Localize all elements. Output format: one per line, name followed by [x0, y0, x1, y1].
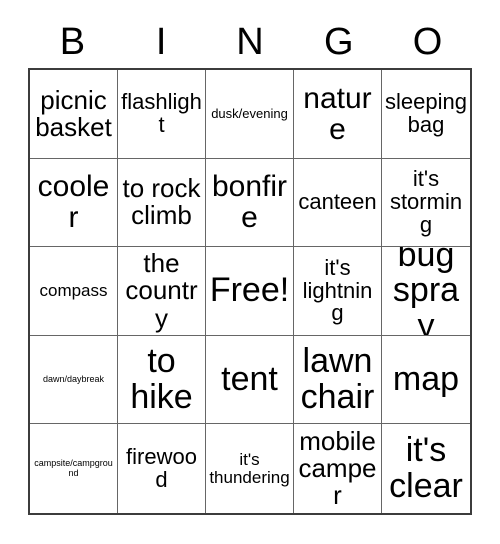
bingo-cell-label: cooler — [37, 170, 110, 235]
bingo-cell-label: mobile camper — [298, 426, 377, 511]
bingo-cell[interactable]: tent — [206, 335, 294, 425]
bingo-cell[interactable]: bug spray — [382, 247, 470, 336]
bingo-cell-label: picnic basket — [35, 84, 112, 142]
bingo-cell-label: Free! — [209, 271, 290, 310]
bingo-cell[interactable]: campsite/campground — [30, 424, 118, 513]
bingo-cell-label: bonfire — [211, 170, 288, 235]
bingo-cell-label: sleeping bag — [385, 88, 467, 137]
bingo-cell-label: tent — [221, 359, 278, 398]
bingo-cell[interactable]: dusk/evening — [206, 70, 294, 159]
bingo-cell-label: it's clear — [389, 431, 463, 505]
bingo-cell[interactable]: dawn/daybreak — [30, 335, 118, 425]
bingo-header: B I N G O — [28, 16, 472, 68]
bingo-cell-label: to rock climb — [122, 173, 201, 231]
header-letter-i: I — [155, 21, 167, 63]
bingo-cell-label: dusk/evening — [211, 106, 288, 122]
bingo-cell-label: campsite/campground — [34, 458, 113, 478]
bingo-cell[interactable]: canteen — [294, 158, 382, 248]
bingo-cell-label: it's storming — [389, 166, 463, 237]
bingo-cell[interactable]: bonfire — [206, 158, 294, 248]
bingo-cell-label: compass — [39, 281, 108, 301]
bingo-cell-label: it's thundering — [209, 450, 290, 487]
bingo-cell-label: lawn chair — [300, 342, 375, 416]
bingo-cell-label: map — [392, 359, 460, 398]
bingo-cell[interactable]: lawn chair — [294, 335, 382, 425]
bingo-cell[interactable]: it's storming — [382, 159, 470, 248]
bingo-cell-label: bug spray — [392, 247, 460, 336]
bingo-cell[interactable]: cooler — [30, 158, 118, 248]
bingo-cell[interactable]: it's clear — [382, 424, 470, 513]
bingo-cell[interactable]: sleeping bag — [382, 70, 470, 159]
header-letter-n: N — [236, 21, 264, 63]
header-letter-b: B — [59, 21, 86, 63]
bingo-cell-label: dawn/daybreak — [42, 373, 105, 384]
bingo-cell[interactable]: it's thundering — [206, 424, 294, 513]
bingo-cell[interactable]: it's lightning — [294, 247, 382, 336]
bingo-cell[interactable]: compass — [30, 247, 118, 336]
bingo-cell-label: flashlight — [121, 88, 202, 137]
bingo-cell-label: to hike — [130, 342, 193, 416]
bingo-cell[interactable]: firewood — [118, 424, 206, 513]
bingo-cell[interactable]: Free! — [206, 247, 294, 336]
bingo-cell[interactable]: the country — [118, 247, 206, 336]
bingo-cell[interactable]: to rock climb — [118, 158, 206, 248]
bingo-cell[interactable]: nature — [294, 70, 382, 159]
bingo-cell[interactable]: to hike — [118, 335, 206, 425]
header-letter-g: G — [324, 21, 354, 63]
header-letter-o: O — [412, 21, 443, 63]
bingo-cell-label: it's lightning — [302, 254, 373, 326]
bingo-card: B I N G O picnic basket flashlight dusk/ev… — [0, 0, 500, 544]
bingo-cell-label: firewood — [126, 443, 197, 492]
bingo-cell[interactable]: mobile camper — [294, 424, 382, 513]
bingo-grid: picnic basket flashlight dusk/evening natur… — [28, 68, 472, 515]
bingo-cell[interactable]: map — [382, 336, 470, 425]
bingo-cell-label: nature — [303, 81, 372, 146]
bingo-cell[interactable]: flashlight — [118, 70, 206, 159]
bingo-cell[interactable]: picnic basket — [30, 70, 118, 159]
bingo-cell-label: the country — [125, 248, 198, 333]
bingo-cell-label: canteen — [298, 188, 377, 214]
